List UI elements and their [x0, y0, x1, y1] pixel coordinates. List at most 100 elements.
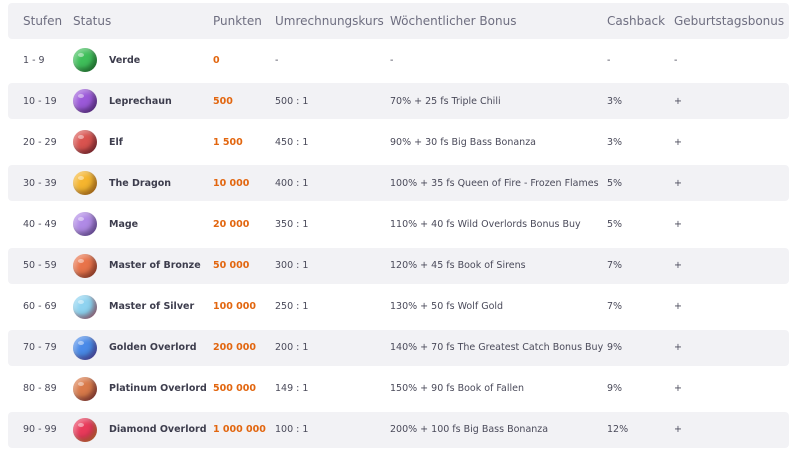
row-kurs: - — [275, 54, 279, 66]
row-status: Verde — [109, 54, 141, 66]
row-cashback: 5% — [607, 218, 623, 230]
row-status: Diamond Overlord — [109, 424, 207, 436]
row-status: The Dragon — [109, 177, 172, 189]
row-punkten: 200 000 — [213, 342, 256, 354]
row-status: Mage — [109, 218, 139, 230]
row-kurs: 350 : 1 — [275, 218, 309, 230]
row-stufen: 10 - 19 — [23, 95, 57, 107]
row-status: Master of Silver — [109, 301, 195, 313]
row-birthday: + — [674, 342, 682, 354]
row-bonus: 100% + 35 fs Queen of Fire - Frozen Flam… — [390, 177, 599, 189]
row-stufen: 60 - 69 — [23, 301, 57, 313]
dragon-planet-icon — [73, 171, 97, 196]
header-status: Status — [73, 14, 112, 28]
row-stufen: 90 - 99 — [23, 424, 57, 436]
loyalty-table: Stufen Status Punkten Umrechnungskurs Wö… — [0, 0, 800, 453]
row-bonus: 110% + 40 fs Wild Overlords Bonus Buy — [390, 218, 581, 230]
row-birthday: + — [674, 383, 682, 395]
header-bonus: Wöchentlicher Bonus — [390, 14, 517, 28]
table-row: 30 - 39 The Dragon 10 000 400 : 1 100% + 35 … — [8, 165, 789, 202]
row-birthday: + — [674, 177, 682, 189]
row-cashback: 5% — [607, 177, 623, 189]
row-cashback: 12% — [607, 424, 629, 436]
row-status: Platinum Overlord — [109, 383, 207, 395]
row-kurs: 250 : 1 — [275, 301, 309, 313]
header-kurs: Umrechnungskurs — [275, 14, 384, 28]
bronze-planet-icon — [73, 253, 97, 278]
row-stufen: 20 - 29 — [23, 136, 57, 148]
row-punkten: 20 000 — [213, 218, 250, 230]
row-birthday: + — [674, 260, 682, 271]
row-bonus: 130% + 50 fs Wolf Gold — [390, 301, 504, 313]
header-punkten: Punkten — [213, 14, 262, 28]
table-row: 40 - 49 Mage 20 000 350 : 1 110% + 40 fs Wil… — [8, 206, 789, 242]
silver-planet-icon — [73, 294, 97, 319]
row-stufen: 50 - 59 — [23, 260, 57, 271]
header-stufen: Stufen — [23, 14, 63, 28]
row-kurs: 400 : 1 — [275, 177, 309, 189]
header-birthday: Geburtstagsbonus — [674, 14, 785, 28]
diamond-planet-icon — [73, 417, 97, 442]
row-punkten: 0 — [213, 54, 220, 66]
elf-planet-icon — [73, 130, 97, 155]
table-row: 1 - 9 Verde 0 - - - - — [8, 42, 789, 78]
row-kurs: 450 : 1 — [275, 136, 309, 148]
row-punkten: 50 000 — [213, 260, 250, 271]
status-icon-cell — [72, 371, 98, 407]
status-icon-cell — [72, 165, 98, 201]
row-birthday: + — [674, 218, 682, 230]
leprechaun-planet-icon — [73, 89, 97, 114]
row-punkten: 1 500 — [213, 136, 243, 148]
row-status: Golden Overlord — [109, 342, 197, 354]
row-stufen: 30 - 39 — [23, 177, 57, 189]
row-bonus: 140% + 70 fs The Greatest Catch Bonus Bu… — [390, 342, 604, 354]
row-bonus: - — [390, 54, 394, 66]
row-kurs: 100 : 1 — [275, 424, 309, 436]
row-cashback: 9% — [607, 342, 623, 354]
header-cashback: Cashback — [607, 14, 666, 28]
row-punkten: 500 000 — [213, 383, 256, 395]
row-cashback: 7% — [607, 260, 623, 271]
row-cashback: 3% — [607, 136, 623, 148]
status-icon-cell — [72, 42, 98, 78]
row-bonus: 200% + 100 fs Big Bass Bonanza — [390, 424, 549, 436]
row-punkten: 100 000 — [213, 301, 256, 313]
row-cashback: 7% — [607, 301, 623, 313]
table-row: 20 - 29 Elf 1 500 450 : 1 90% + 30 fs Big Ba… — [8, 124, 789, 160]
row-stufen: 40 - 49 — [23, 218, 57, 230]
status-icon-cell — [72, 248, 98, 284]
row-stufen: 70 - 79 — [23, 342, 57, 354]
status-icon-cell — [72, 289, 98, 325]
row-kurs: 300 : 1 — [275, 260, 309, 271]
verde-planet-icon — [73, 48, 97, 72]
row-bonus: 150% + 90 fs Book of Fallen — [390, 383, 524, 395]
status-icon-cell — [72, 412, 98, 448]
table-row: 90 - 99 Diamond Overlord 1 000 000 100 : 1 2… — [8, 411, 789, 448]
row-stufen: 1 - 9 — [23, 54, 45, 66]
row-kurs: 149 : 1 — [275, 383, 309, 395]
row-status: Leprechaun — [109, 95, 172, 107]
mage-planet-icon — [73, 212, 97, 237]
row-bonus: 90% + 30 fs Big Bass Bonanza — [390, 136, 537, 148]
table-header: Stufen Status Punkten Umrechnungskurs Wö… — [8, 3, 789, 39]
row-birthday: - — [674, 54, 678, 66]
row-kurs: 500 : 1 — [275, 95, 309, 107]
table-row: 80 - 89 Platinum Overlord 500 000 149 : 1 15… — [8, 371, 789, 407]
status-icon-cell — [72, 206, 98, 242]
golden-planet-icon — [73, 335, 97, 360]
row-status: Master of Bronze — [109, 260, 201, 271]
row-bonus: 120% + 45 fs Book of Sirens — [390, 260, 526, 271]
row-status: Elf — [109, 136, 123, 148]
row-stufen: 80 - 89 — [23, 383, 57, 395]
row-birthday: + — [674, 424, 682, 436]
table-row: 70 - 79 Golden Overlord 200 000 200 : 1 140%… — [8, 329, 789, 366]
row-bonus: 70% + 25 fs Triple Chili — [390, 95, 501, 107]
row-punkten: 500 — [213, 95, 233, 107]
platinum-planet-icon — [73, 376, 97, 401]
row-cashback: - — [607, 54, 611, 66]
table-row: 10 - 19 Leprechaun 500 500 : 1 70% + 25 fs T… — [8, 83, 789, 120]
row-punkten: 1 000 000 — [213, 424, 266, 436]
row-punkten: 10 000 — [213, 177, 250, 189]
row-cashback: 9% — [607, 383, 623, 395]
table-row: 50 - 59 Master of Bronze 50 000 300 : 1 120%… — [8, 247, 789, 284]
